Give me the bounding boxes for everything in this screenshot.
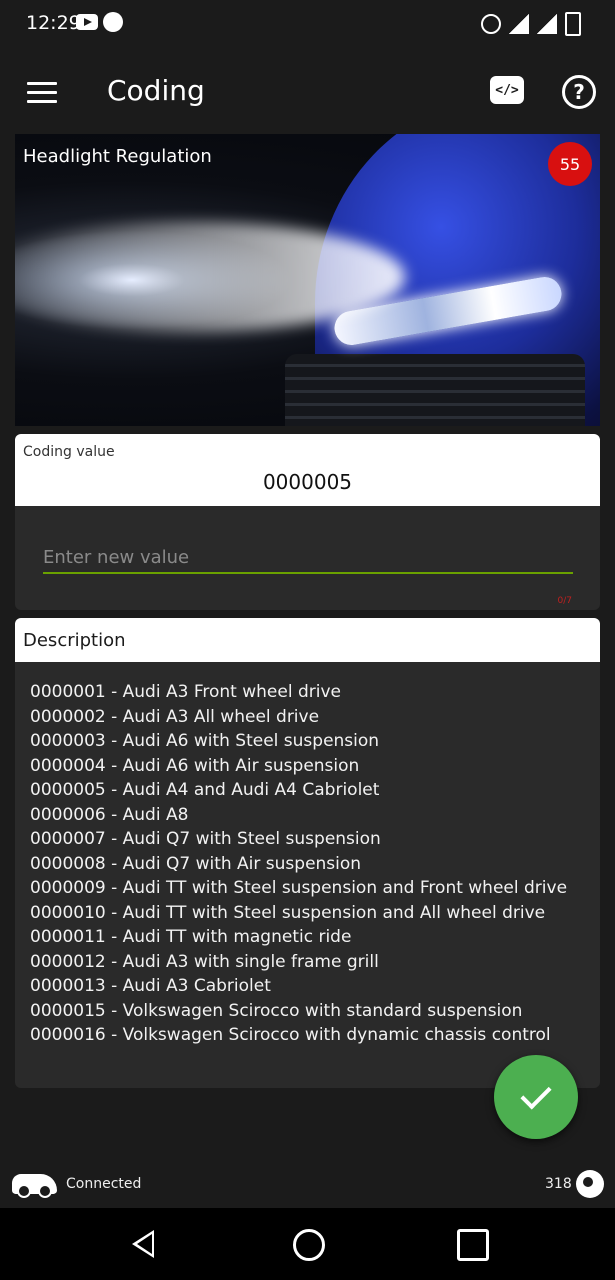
description-item: 0000013 - Audi A3 Cabriolet (30, 976, 271, 996)
system-nav-bar (0, 1208, 615, 1280)
description-item: 0000012 - Audi A3 with single frame gril… (30, 951, 379, 972)
battery-icon (565, 12, 581, 36)
coding-value-card: Coding value 0000005 (15, 434, 600, 506)
car-icon (12, 1174, 57, 1198)
module-badge: 55 (548, 142, 592, 186)
hero-image-card: Headlight Regulation 55 (15, 134, 600, 426)
confirm-button[interactable] (494, 1055, 578, 1139)
page-title: Coding (107, 74, 205, 107)
code-icon[interactable]: </> (490, 76, 524, 104)
description-title: Description (15, 618, 600, 662)
description-item: 0000003 - Audi A6 with Steel suspension (30, 731, 380, 751)
youtube-icon (76, 14, 98, 30)
pie-icon[interactable] (576, 1170, 604, 1198)
character-counter: 0/7 (557, 596, 572, 606)
app-notification-icon (103, 12, 123, 32)
recent-apps-icon[interactable] (457, 1229, 489, 1261)
new-value-input[interactable] (43, 542, 573, 574)
description-item: 0000009 - Audi TT with Steel suspension … (30, 878, 568, 898)
new-value-card: 0/7 (15, 506, 600, 610)
home-icon[interactable] (293, 1229, 325, 1261)
car-grille-image (285, 354, 585, 426)
module-title: Headlight Regulation (23, 146, 212, 167)
signal-icon (537, 14, 557, 34)
coding-value-label: Coding value (23, 444, 115, 460)
help-icon[interactable]: ? (562, 75, 596, 109)
check-icon (520, 1078, 552, 1110)
signal-4g-icon (509, 14, 529, 34)
description-item: 0000007 - Audi Q7 with Steel suspension (30, 829, 381, 849)
description-card: Description 0000001 - Audi A3 Front whee… (15, 618, 600, 1088)
description-item: 0000016 - Volkswagen Scirocco with dynam… (30, 1025, 551, 1045)
description-item: 0000008 - Audi Q7 with Air suspension (30, 853, 362, 874)
description-list: 0000001 - Audi A3 Front wheel drive 0000… (15, 662, 600, 1048)
status-bar: 12:29 (0, 0, 615, 48)
description-item: 0000011 - Audi TT with magnetic ride (30, 927, 352, 947)
connection-status: Connected (66, 1176, 142, 1192)
description-item: 0000005 - Audi A4 and Audi A4 Cabriolet (30, 780, 380, 800)
coding-value: 0000005 (262, 470, 353, 494)
app-bar: Coding </> ? (0, 60, 615, 124)
connection-bar: Connected 318 (0, 1162, 615, 1208)
description-item: 0000002 - Audi A3 All wheel drive (30, 706, 320, 727)
status-icons (481, 12, 581, 36)
status-time: 12:29 (26, 12, 81, 34)
description-item: 0000004 - Audi A6 with Air suspension (30, 755, 360, 776)
description-item: 0000001 - Audi A3 Front wheel drive (30, 682, 341, 702)
alarm-icon (481, 14, 501, 34)
description-item: 0000006 - Audi A8 (30, 804, 189, 825)
credit-count: 318 (545, 1176, 572, 1192)
description-item: 0000010 - Audi TT with Steel suspension … (30, 902, 546, 923)
menu-icon[interactable] (27, 82, 57, 104)
description-item: 0000015 - Volkswagen Scirocco with stand… (30, 1000, 523, 1021)
back-icon[interactable] (132, 1230, 154, 1258)
